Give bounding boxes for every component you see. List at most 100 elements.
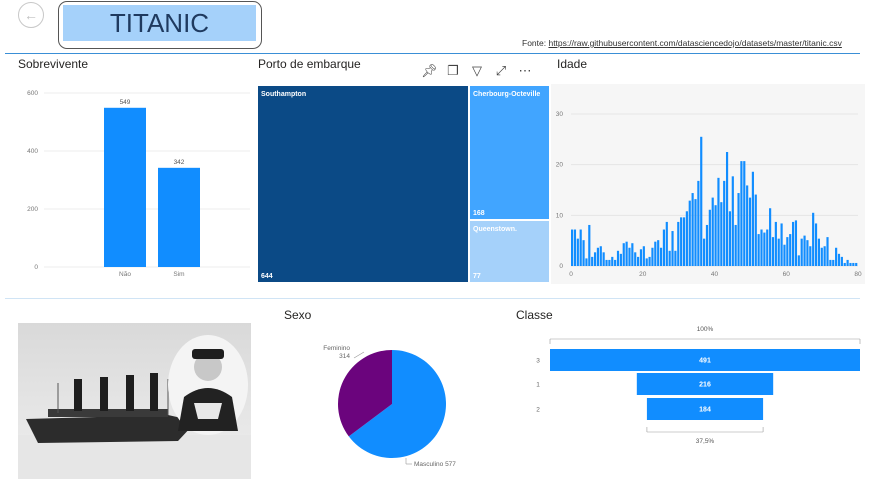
age-bar bbox=[820, 247, 823, 266]
age-bar bbox=[642, 246, 645, 266]
age-bar bbox=[593, 252, 597, 266]
age-bar bbox=[697, 180, 700, 266]
age-bar bbox=[573, 229, 577, 266]
age-bar bbox=[835, 247, 838, 266]
y-tick-label: 20 bbox=[556, 162, 564, 169]
x-tick-label: 80 bbox=[854, 271, 862, 278]
treemap-cherbourg[interactable]: Cherbourg-Octeville 168 bbox=[470, 86, 549, 219]
age-bar bbox=[631, 243, 634, 266]
age-bar bbox=[682, 217, 686, 266]
class-title: Classe bbox=[516, 308, 553, 322]
age-bar bbox=[585, 258, 588, 266]
age-bar bbox=[651, 247, 654, 266]
age-bar bbox=[668, 250, 671, 266]
age-bar bbox=[608, 259, 611, 266]
pie-label: Feminino bbox=[323, 345, 350, 352]
age-bar bbox=[648, 256, 651, 266]
survived-chart: 0 200 400 600 549 Não 342 Sim bbox=[27, 90, 250, 278]
filter-icon[interactable]: ▽ bbox=[469, 63, 485, 79]
section-divider bbox=[5, 298, 860, 299]
age-bar bbox=[677, 221, 680, 266]
bar-sim bbox=[158, 167, 200, 267]
age-chart: 0 10 20 30 0 20 40 60 80 bbox=[556, 111, 862, 278]
age-bar bbox=[812, 212, 815, 266]
age-bar bbox=[774, 221, 777, 266]
sex-title: Sexo bbox=[284, 308, 312, 322]
age-bar bbox=[691, 193, 694, 266]
y-tick-label: 10 bbox=[556, 212, 564, 219]
treemap-value: 77 bbox=[473, 273, 481, 280]
age-bar bbox=[840, 256, 843, 266]
treemap-queenstown[interactable]: Queenstown. 77 bbox=[470, 221, 549, 282]
funnel-category-label: 1 bbox=[536, 382, 540, 389]
funnel-top-percent: 100% bbox=[697, 326, 714, 333]
age-bar bbox=[855, 262, 858, 266]
copy-icon[interactable]: ❐ bbox=[445, 63, 461, 79]
age-bar bbox=[832, 259, 835, 266]
age-bar bbox=[637, 256, 640, 266]
pin-icon[interactable]: 📌︎ bbox=[421, 63, 438, 79]
funnel-bottom-percent: 37,5% bbox=[696, 438, 715, 445]
age-title: Idade bbox=[557, 57, 588, 71]
age-bar bbox=[700, 136, 703, 266]
age-bar bbox=[763, 232, 766, 266]
y-tick-label: 200 bbox=[27, 206, 38, 213]
funnel-value: 184 bbox=[699, 407, 711, 414]
age-bar bbox=[639, 249, 643, 266]
treemap-southampton[interactable]: Southampton 644 bbox=[258, 86, 468, 282]
funnel-category-label: 2 bbox=[536, 407, 540, 414]
age-bar bbox=[852, 262, 855, 266]
age-bar bbox=[806, 240, 809, 266]
age-bar bbox=[571, 229, 574, 266]
age-bar bbox=[737, 193, 740, 266]
source-link[interactable]: https://raw.githubusercontent.com/datasc… bbox=[548, 38, 841, 48]
header-divider bbox=[5, 53, 860, 54]
age-bar bbox=[794, 220, 798, 266]
age-bar bbox=[657, 240, 660, 266]
age-bar bbox=[786, 237, 789, 266]
pie-label: Masculino 577 bbox=[414, 461, 456, 468]
x-tick-label: Não bbox=[119, 271, 131, 278]
age-bar bbox=[843, 262, 846, 266]
age-bar bbox=[746, 185, 749, 266]
age-bar bbox=[803, 235, 806, 266]
age-bar bbox=[743, 161, 746, 266]
treemap-label: Southampton bbox=[261, 91, 307, 98]
titanic-photo bbox=[18, 323, 251, 479]
age-bar bbox=[771, 237, 775, 266]
age-bar bbox=[829, 259, 832, 266]
age-bar bbox=[720, 202, 723, 266]
age-bar bbox=[665, 221, 668, 266]
age-bar bbox=[711, 197, 714, 266]
age-bar bbox=[751, 171, 754, 266]
class-chart: 100% 491 3 216 1 184 2 37,5% bbox=[536, 326, 861, 445]
age-bar bbox=[628, 247, 631, 266]
focus-mode-icon[interactable]: ⤢ bbox=[493, 63, 509, 79]
age-bar bbox=[823, 246, 826, 266]
y-tick-label: 600 bbox=[27, 90, 38, 97]
age-bar bbox=[791, 221, 795, 266]
y-tick-label: 0 bbox=[34, 264, 38, 271]
age-bar bbox=[694, 199, 697, 266]
age-bar bbox=[777, 238, 780, 266]
age-bar bbox=[789, 234, 792, 266]
treemap-value: 644 bbox=[261, 273, 273, 280]
page-title: TITANIC bbox=[63, 5, 256, 41]
age-bar bbox=[797, 255, 800, 266]
x-tick-label: 20 bbox=[639, 271, 647, 278]
age-bar bbox=[703, 238, 706, 266]
back-button[interactable]: ← bbox=[18, 2, 44, 28]
age-bar bbox=[671, 231, 674, 266]
y-tick-label: 0 bbox=[559, 263, 563, 270]
age-bar bbox=[769, 208, 772, 266]
age-bar bbox=[614, 259, 617, 266]
age-bar bbox=[814, 223, 818, 266]
age-bar bbox=[685, 211, 688, 266]
more-options-icon[interactable]: ⋯ bbox=[517, 63, 533, 79]
age-bar bbox=[599, 246, 602, 266]
age-bar bbox=[579, 229, 582, 266]
age-bar bbox=[728, 211, 732, 266]
age-bar bbox=[576, 238, 579, 266]
age-bar bbox=[714, 205, 717, 266]
age-bar bbox=[731, 176, 734, 266]
